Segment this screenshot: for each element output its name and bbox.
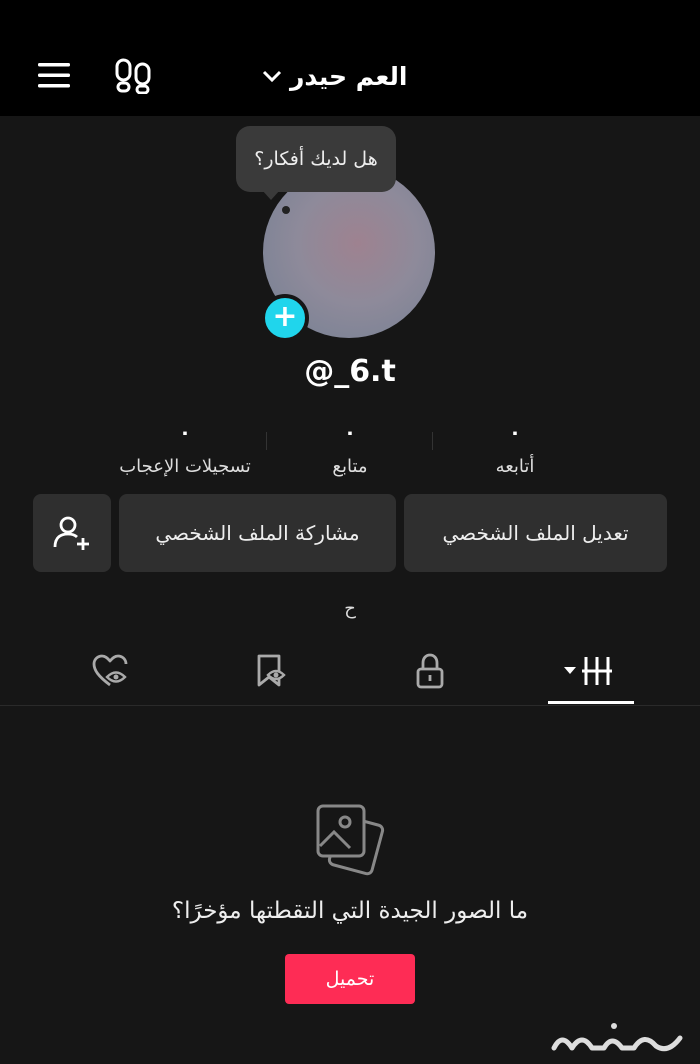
page-title: العم حيدر — [290, 61, 408, 91]
add-friend-button[interactable] — [33, 494, 111, 572]
following-count[interactable]: ٠ — [495, 420, 535, 444]
likes-count[interactable]: ٠ — [165, 420, 205, 444]
heart-hidden-icon — [92, 654, 128, 687]
upload-button[interactable]: تحميل — [285, 954, 415, 1004]
share-profile-button[interactable]: مشاركة الملف الشخصي — [119, 494, 396, 572]
username: @_6.t — [304, 354, 396, 389]
add-user-icon — [53, 516, 89, 550]
empty-state-text: ما الصور الجيدة التي التقطتها مؤخرًا؟ — [171, 898, 529, 924]
photos-icon — [312, 800, 388, 876]
tab-favorites[interactable] — [238, 650, 302, 692]
tab-liked[interactable] — [78, 650, 142, 692]
avatar-dot — [282, 206, 290, 214]
haraj-watermark-logo — [548, 1018, 688, 1058]
likes-label[interactable]: تسجيلات الإعجاب — [95, 456, 275, 477]
tab-divider — [0, 705, 700, 706]
bio: ح — [344, 598, 356, 619]
lock-icon — [416, 653, 444, 689]
grid-icon — [564, 657, 612, 685]
chevron-down-icon — [262, 70, 282, 83]
stat-divider — [266, 432, 267, 450]
menu-icon[interactable] — [36, 60, 72, 90]
followers-label[interactable]: متابع — [290, 456, 410, 477]
stat-divider — [432, 432, 433, 450]
bubble-tail — [262, 190, 280, 200]
followers-count[interactable]: ٠ — [330, 420, 370, 444]
thoughts-bubble[interactable]: هل لديك أفكار؟ — [236, 126, 396, 192]
bookmark-hidden-icon — [257, 654, 286, 687]
edit-profile-button[interactable]: تعديل الملف الشخصي — [404, 494, 667, 572]
tab-videos[interactable] — [558, 650, 622, 692]
tab-private[interactable] — [398, 650, 462, 692]
add-story-button[interactable]: + — [261, 294, 309, 342]
account-switcher[interactable]: العم حيدر — [262, 56, 407, 96]
following-label[interactable]: أتابعه — [455, 456, 575, 477]
footprints-icon[interactable] — [114, 58, 154, 95]
active-tab-indicator — [548, 701, 634, 704]
plus-icon: + — [272, 298, 298, 334]
